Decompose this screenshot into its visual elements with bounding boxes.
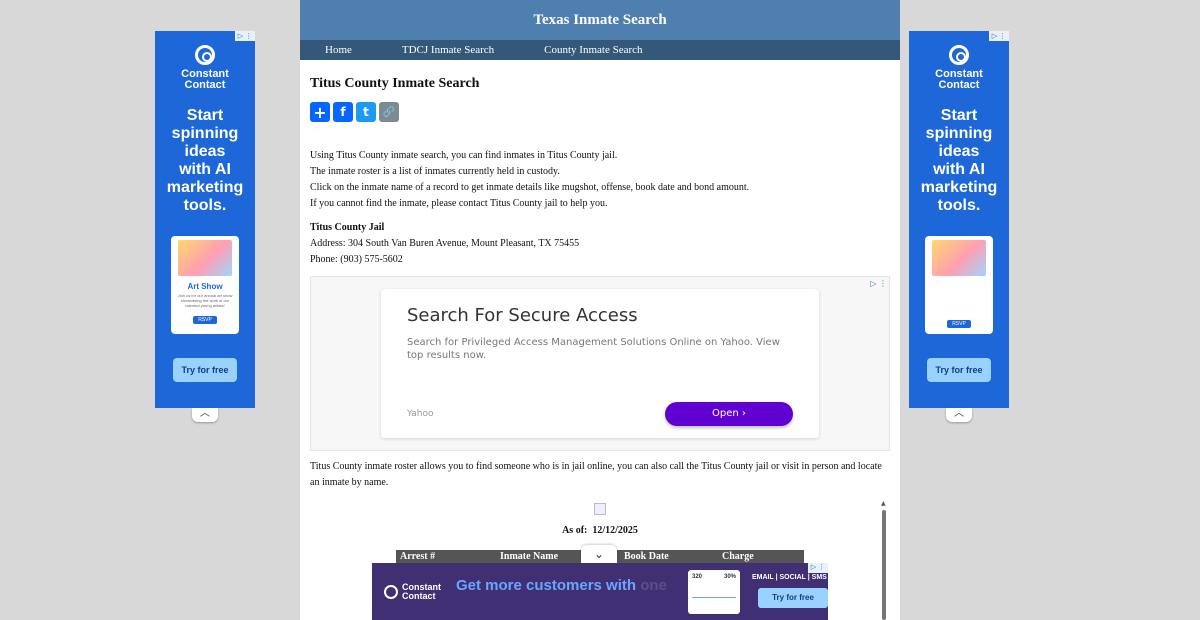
jail-info: Titus County Jail Address: 304 South Van…	[310, 220, 890, 268]
constant-contact-mark-icon	[195, 45, 215, 65]
ad-choices-icon[interactable]: ▷ ⋮	[989, 31, 1009, 41]
headline-text: Get more customers with	[456, 577, 637, 594]
rsvp-button: RSVP	[947, 320, 971, 328]
headline-line: with AI	[179, 161, 231, 178]
left-side-ad[interactable]: ▷ ⋮ Constant Contact Start spinning idea…	[155, 31, 255, 408]
headline-line: ideas	[938, 143, 980, 160]
roster-scrollbar[interactable]: ▲	[881, 500, 887, 620]
card-text: Join us for our annual art show showcasi…	[177, 293, 233, 308]
share-buttons: + f t 🔗	[310, 102, 890, 122]
twitter-icon[interactable]: t	[356, 102, 376, 122]
col-charge: Charge	[722, 551, 754, 562]
share-plus-icon[interactable]: +	[310, 102, 330, 122]
channel-labels: EMAIL | SOCIAL | SMS	[752, 574, 827, 581]
headline-text-faded: one	[636, 577, 667, 594]
stats-card: 320 30%	[688, 570, 740, 614]
as-of-date: As of: 12/12/2025	[310, 525, 890, 536]
headline-line: marketing	[166, 179, 244, 196]
as-of-value: 12/12/2025	[592, 525, 638, 536]
open-button[interactable]: Open ›	[665, 402, 793, 426]
stat-value: 320	[692, 574, 703, 580]
brand-line-2: Contact	[402, 591, 436, 601]
intro-line: Using Titus County inmate search, you ca…	[310, 150, 618, 161]
constant-contact-logo: Constant Contact	[155, 45, 255, 91]
headline-line: spinning	[171, 125, 239, 142]
brand-line-2: Contact	[184, 79, 226, 91]
card-title: Art Show	[187, 282, 223, 291]
jail-phone: Phone: (903) 575-5602	[310, 254, 403, 265]
ad-headline: Start spinning ideas with AI marketing t…	[909, 107, 1009, 215]
constant-contact-mark-icon	[949, 45, 969, 65]
bottom-ad-headline: Get more customers with one	[456, 577, 667, 594]
jail-address: Address: 304 South Van Buren Avenue, Mou…	[310, 238, 580, 249]
as-of-label: As of:	[562, 525, 588, 536]
intro-line: If you cannot find the inmate, please co…	[310, 198, 608, 209]
jail-name: Titus County Jail	[310, 222, 385, 233]
headline-line: Start	[186, 107, 224, 124]
headline-line: spinning	[925, 125, 993, 142]
main-nav: Home TDCJ Inmate Search County Inmate Se…	[300, 40, 900, 60]
inline-ad-source: Yahoo	[407, 409, 434, 419]
headline-line: marketing	[920, 179, 998, 196]
bottom-ad-toggle[interactable]: ⌄	[581, 545, 617, 563]
art-show-image	[932, 240, 986, 276]
stats-chart-line	[692, 588, 736, 598]
art-show-card: Art Show Join us for our annual art show…	[171, 236, 239, 334]
site-title[interactable]: Texas Inmate Search	[300, 0, 900, 40]
headline-line: tools.	[183, 197, 227, 214]
main-page: Texas Inmate Search Home TDCJ Inmate Sea…	[300, 0, 900, 620]
page-title: Titus County Inmate Search	[310, 76, 480, 91]
art-show-card: RSVP	[925, 236, 993, 334]
headline-line: tools.	[937, 197, 981, 214]
nav-home[interactable]: Home	[325, 40, 352, 60]
constant-contact-mark-icon	[384, 585, 398, 599]
col-arrest-number: Arrest #	[400, 551, 436, 562]
ad-choices-icon[interactable]: ▷ ⋮	[235, 31, 255, 41]
right-side-ad[interactable]: ▷ ⋮ Constant Contact Start spinning idea…	[909, 31, 1009, 408]
intro-text: Using Titus County inmate search, you ca…	[310, 148, 890, 212]
col-book-date: Book Date	[624, 551, 669, 562]
try-for-free-button[interactable]: Try for free	[927, 358, 991, 382]
nav-county-inmate-search[interactable]: County Inmate Search	[544, 40, 642, 60]
bottom-sticky-ad[interactable]: ▷ ⋮ Constant Contact Get more customers …	[372, 563, 828, 620]
inline-ad-description: Search for Privileged Access Management …	[407, 337, 780, 361]
headline-line: Start	[940, 107, 978, 124]
rsvp-button: RSVP	[193, 316, 217, 324]
brand-line-2: Contact	[938, 79, 980, 91]
content: Titus County Inmate Search + f t 🔗 Using…	[300, 76, 900, 564]
ad-choices-icon[interactable]: ▷ ⋮	[870, 279, 887, 288]
constant-contact-logo: Constant Contact	[909, 45, 1009, 91]
roster-description: Titus County inmate roster allows you to…	[310, 461, 882, 488]
ad-headline: Start spinning ideas with AI marketing t…	[155, 107, 255, 215]
headline-line: ideas	[184, 143, 226, 160]
collapse-ad-button[interactable]: ︿	[946, 408, 972, 422]
headline-line: with AI	[933, 161, 985, 178]
stat-value: 30%	[723, 574, 736, 580]
inline-ad[interactable]: ▷ ⋮ Search For Secure Access Search for …	[310, 276, 890, 451]
intro-line: The inmate roster is a list of inmates c…	[310, 166, 560, 177]
intro-line: Click on the inmate name of a record to …	[310, 182, 750, 193]
collapse-ad-button[interactable]: ︿	[192, 408, 218, 422]
try-for-free-button[interactable]: Try for free	[758, 588, 828, 608]
nav-tdcj-inmate-search[interactable]: TDCJ Inmate Search	[402, 40, 494, 60]
try-for-free-button[interactable]: Try for free	[173, 358, 237, 382]
inline-ad-card[interactable]: Search For Secure Access Search for Priv…	[381, 289, 819, 438]
inline-ad-title[interactable]: Search For Secure Access	[407, 305, 793, 326]
scrollbar-thumb[interactable]	[882, 510, 886, 620]
copy-link-icon[interactable]: 🔗	[379, 102, 399, 122]
scroll-up-icon[interactable]: ▲	[881, 500, 886, 507]
art-show-image	[178, 240, 232, 276]
ad-choices-icon[interactable]: ▷ ⋮	[808, 563, 828, 573]
facebook-icon[interactable]: f	[333, 102, 353, 122]
constant-contact-logo: Constant Contact	[384, 583, 441, 601]
broken-image-icon	[594, 503, 606, 515]
